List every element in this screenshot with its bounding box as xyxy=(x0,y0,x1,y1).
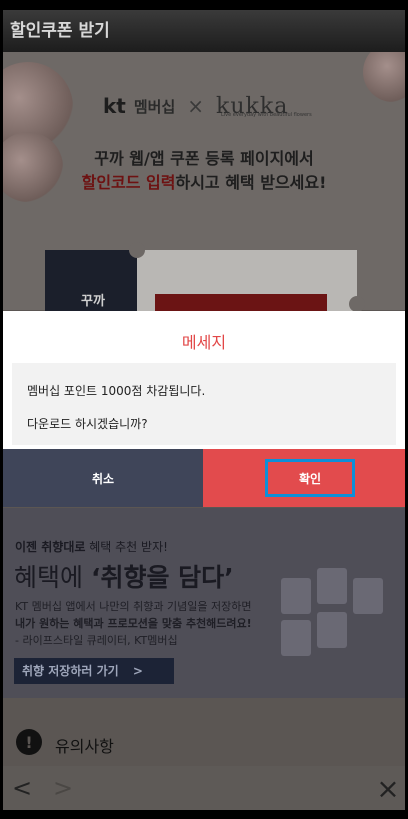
taste-card xyxy=(317,612,347,648)
banner-headline-1: 꾸까 웹/앱 쿠폰 등록 페이지에서 xyxy=(94,149,314,168)
kukka-tagline: Live everyday with beautiful flowers xyxy=(221,112,312,118)
taste-card xyxy=(353,578,383,614)
taste-promo-banner[interactable]: 이젠 취향대로 혜택 추천 받자! 혜택에 ‘취향을 담다’ KT 멤버십 앱에… xyxy=(3,508,405,698)
coupon-notch xyxy=(129,242,145,258)
promo-headline-prefix: 혜택에 xyxy=(14,563,91,592)
kt-membership-label: 멤버십 xyxy=(133,97,176,116)
banner-headline-2: 할인코드 입력하시고 혜택 받으세요! xyxy=(3,169,405,193)
forward-arrow-icon[interactable]: > xyxy=(48,772,78,804)
kukka-banner: kt 멤버십 × kukka Live everyday with beauti… xyxy=(3,52,405,312)
coupon-notch xyxy=(349,296,365,312)
bottom-nav-bar: < > × xyxy=(3,766,405,810)
confirm-button[interactable]: 확인 xyxy=(203,449,405,507)
promo-desc-2: 내가 원하는 혜택과 프로모션을 맞춤 추천해드려요! xyxy=(15,617,252,630)
promo-subtitle-rest: 혜택 추천 받자! xyxy=(85,540,168,554)
taste-cards-illustration xyxy=(271,558,391,678)
notice-section: ! 유의사항 xyxy=(3,707,405,757)
headline-accent: 할인코드 입력 xyxy=(81,173,176,192)
taste-card xyxy=(281,620,311,656)
exclamation-icon: ! xyxy=(16,729,42,755)
dialog-message-1: 멤버십 포인트 1000점 차감됩니다. xyxy=(27,384,206,398)
page-title: 할인쿠폰 받기 xyxy=(10,21,110,41)
coupon-download-button[interactable] xyxy=(155,294,327,312)
promo-desc-3: - 라이프스타일 큐레이터, KT멤버십 xyxy=(15,634,178,647)
close-icon[interactable]: × xyxy=(373,772,403,805)
coupon-left-panel: 꾸까 xyxy=(45,250,137,312)
dialog-message-2: 다운로드 하시겠습니까? xyxy=(27,417,148,431)
taste-card xyxy=(281,578,311,614)
flower-illustration xyxy=(363,52,405,102)
save-taste-label: 취향 저장하러 가기 xyxy=(22,664,119,678)
promo-subtitle: 이젠 취향대로 혜택 추천 받자! xyxy=(15,538,168,555)
taste-card xyxy=(317,568,347,604)
back-arrow-icon[interactable]: < xyxy=(7,772,37,804)
promo-headline-bold: ‘취향을 담다’ xyxy=(90,563,234,592)
dialog-title: 메세지 xyxy=(181,333,227,352)
chevron-right-icon: > xyxy=(132,664,143,678)
confirm-button-label: 확인 xyxy=(265,459,355,497)
confirm-dialog: 메세지 멤버십 포인트 1000점 차감됩니다. 다운로드 하시겠습니까? 취소… xyxy=(3,311,405,507)
coupon-card: 꾸까 xyxy=(45,242,365,312)
cancel-button[interactable]: 취소 xyxy=(3,449,203,507)
promo-headline: 혜택에 ‘취향을 담다’ xyxy=(14,558,234,594)
notice-heading: 유의사항 xyxy=(55,737,114,756)
coupon-label: 꾸까 xyxy=(81,294,105,309)
browser-frame: 할인쿠폰 받기 kt 멤버십 × kukka Live everyday wit… xyxy=(0,0,408,819)
dialog-message-box: 멤버십 포인트 1000점 차감됩니다. 다운로드 하시겠습니까? xyxy=(12,363,396,445)
kt-logo: kt xyxy=(103,94,126,118)
headline-rest: 하시고 혜택 받으세요! xyxy=(175,173,327,192)
promo-subtitle-bold: 이젠 취향대로 xyxy=(15,540,86,554)
promo-desc-1: KT 멤버십 앱에서 나만의 취향과 기념일을 저장하면 xyxy=(15,600,252,613)
app-title-bar: 할인쿠폰 받기 xyxy=(3,10,405,52)
save-taste-button[interactable]: 취향 저장하러 가기 > xyxy=(14,658,174,684)
cross-symbol: × xyxy=(187,94,205,118)
